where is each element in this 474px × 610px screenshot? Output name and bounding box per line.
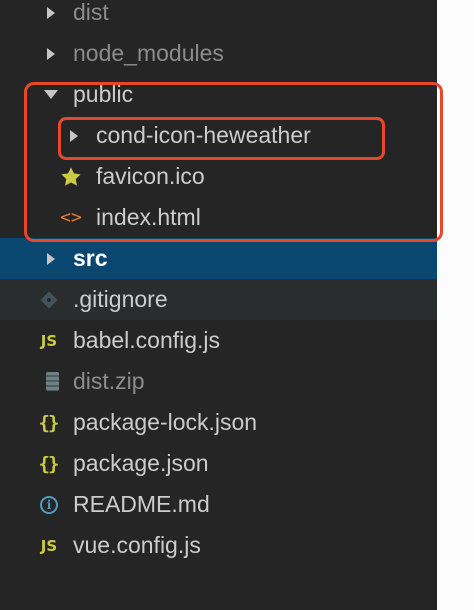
star-icon [60, 156, 82, 197]
tree-item-label: dist.zip [73, 368, 145, 394]
tree-item-favicon[interactable]: favicon.ico [0, 156, 437, 197]
tree-item-label: node_modules [73, 40, 224, 66]
tree-item-label: vue.config.js [73, 532, 201, 558]
tree-item-index-html[interactable]: <> index.html [0, 197, 437, 238]
tree-item-label: favicon.ico [96, 163, 205, 189]
tree-item-public[interactable]: public [0, 74, 437, 115]
javascript-icon: JS [40, 331, 58, 350]
tree-item-label: package-lock.json [73, 409, 258, 435]
info-icon: i [38, 484, 60, 525]
tree-item-cond-icon-heweather[interactable]: cond-icon-heweather [0, 115, 437, 156]
tree-item-package-lock-json[interactable]: {} package-lock.json [0, 402, 437, 443]
html-icon: <> [60, 207, 82, 228]
chevron-right-icon[interactable] [63, 115, 85, 156]
window-edge [437, 0, 474, 610]
tree-item-label: dist [73, 0, 109, 25]
tree-item-dist[interactable]: dist [0, 0, 437, 33]
chevron-right-icon[interactable] [40, 33, 62, 74]
tree-item-label: cond-icon-heweather [96, 122, 311, 148]
tree-item-label: public [73, 81, 134, 107]
zip-icon [41, 361, 63, 402]
tree-item-node-modules[interactable]: node_modules [0, 33, 437, 74]
tree-item-label: src [73, 245, 108, 271]
file-explorer: dist node_modules public cond-icon-hewea… [0, 0, 437, 610]
tree-item-label: .gitignore [73, 286, 168, 312]
json-icon: {} [38, 452, 60, 475]
chevron-right-icon[interactable] [40, 238, 62, 279]
tree-item-readme[interactable]: i README.md [0, 484, 437, 525]
tree-item-label: package.json [73, 450, 209, 476]
tree-item-babel-config[interactable]: JS babel.config.js [0, 320, 437, 361]
javascript-icon: JS [40, 536, 58, 555]
tree-item-dist-zip[interactable]: dist.zip [0, 361, 437, 402]
chevron-down-icon[interactable] [40, 74, 62, 115]
tree-item-gitignore[interactable]: .gitignore [0, 279, 437, 320]
tree-item-package-json[interactable]: {} package.json [0, 443, 437, 484]
chevron-right-icon[interactable] [40, 0, 62, 33]
tree-item-src[interactable]: src [0, 238, 437, 279]
tree-item-label: babel.config.js [73, 327, 221, 353]
git-icon [38, 279, 60, 320]
tree-item-label: index.html [96, 204, 201, 230]
tree-item-label: README.md [73, 491, 210, 517]
tree-item-vue-config[interactable]: JS vue.config.js [0, 525, 437, 566]
json-icon: {} [38, 411, 60, 434]
